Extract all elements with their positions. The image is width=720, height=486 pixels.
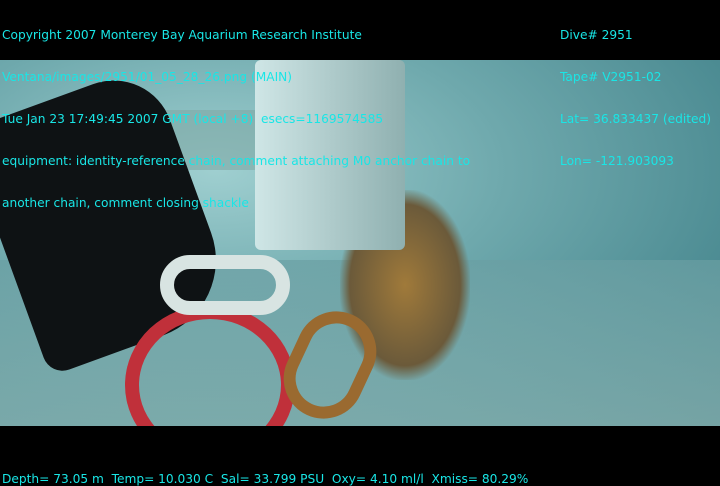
tape-number: Tape# V2951-02 [560,70,662,84]
dive-number: Dive# 2951 [560,28,633,42]
timestamp-text: Tue Jan 23 17:49:45 2007 GMT (local +8) … [2,112,384,126]
header-right-overlay: Dive# 2951 Tape# V2951-02 Lat= 36.833437… [560,0,711,182]
white-shackle [160,255,290,315]
equipment-comment-text: equipment: identity-reference chain, com… [2,154,471,168]
longitude: Lon= -121.903093 [560,154,674,168]
header-left-overlay: Copyright 2007 Monterey Bay Aquarium Res… [2,0,470,224]
latitude: Lat= 36.833437 (edited) [560,112,712,126]
sensor-readout: Depth= 73.05 m Temp= 10.030 C Sal= 33.79… [2,472,529,486]
copyright-text: Copyright 2007 Monterey Bay Aquarium Res… [2,28,362,42]
equipment-comment-text-cont: another chain, comment closing shackle [2,196,249,210]
image-path-text: Ventana/images/2951/01_05_28_26.png (MAI… [2,70,293,84]
